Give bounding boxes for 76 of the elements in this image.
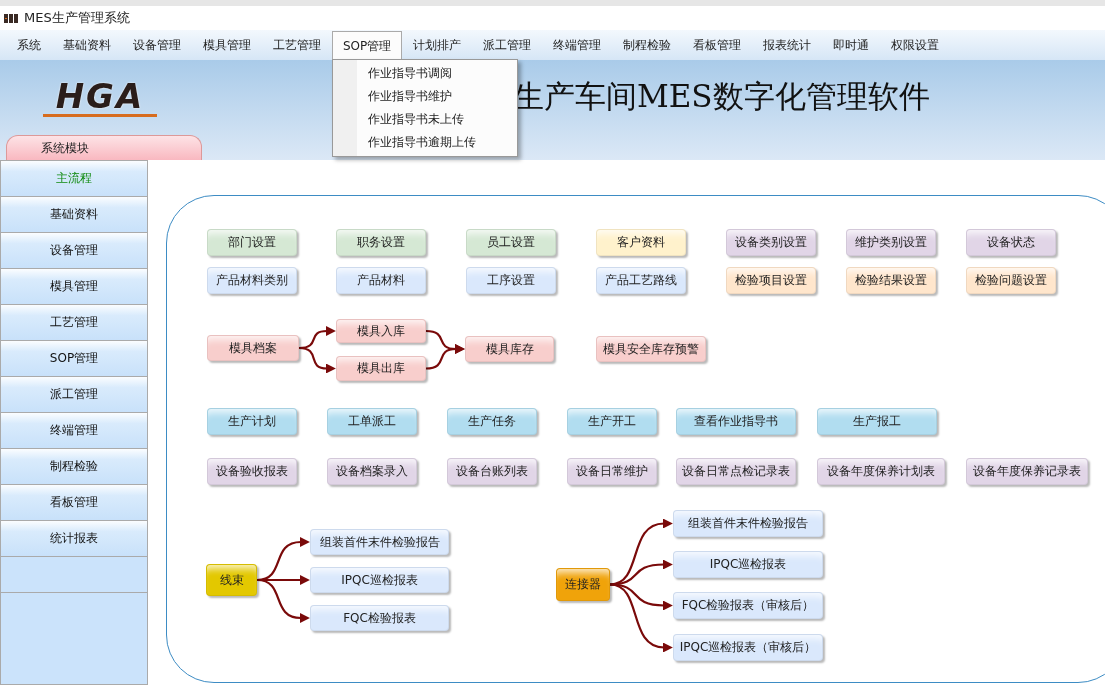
dropdown-item[interactable]: 作业指导书调阅 xyxy=(333,62,517,85)
flow-node[interactable]: FQC检验报表（审核后） xyxy=(673,592,823,619)
module-tab[interactable]: 系统模块 xyxy=(6,135,202,160)
flow-node[interactable]: 设备日常维护 xyxy=(567,458,657,485)
flow-node[interactable]: 模具出库 xyxy=(336,356,426,381)
flow-node[interactable]: 线束 xyxy=(206,564,257,596)
flow-node[interactable]: 设备状态 xyxy=(966,229,1056,256)
sidebar-item[interactable]: 制程检验 xyxy=(1,449,147,485)
flow-node[interactable]: 维护类别设置 xyxy=(846,229,936,256)
flow-node[interactable]: 检验结果设置 xyxy=(846,267,936,294)
menu-item[interactable]: 模具管理 xyxy=(192,30,262,60)
menu-item[interactable]: 制程检验 xyxy=(612,30,683,60)
flow-node[interactable]: 生产开工 xyxy=(567,408,657,435)
menu-item[interactable]: 设备管理 xyxy=(122,30,192,60)
connector-arrow xyxy=(425,344,465,370)
sidebar-item[interactable]: 模具管理 xyxy=(1,269,147,305)
flow-node[interactable]: 客户资料 xyxy=(596,229,686,256)
menu-item[interactable]: 终端管理 xyxy=(542,30,613,60)
flow-node[interactable]: 产品材料 xyxy=(336,267,426,294)
flow-node[interactable]: 查看作业指导书 xyxy=(676,408,796,435)
flow-node[interactable]: 设备档案录入 xyxy=(327,458,417,485)
sidebar-item[interactable]: SOP管理 xyxy=(1,341,147,377)
flow-node[interactable]: 产品工艺路线 xyxy=(596,267,686,294)
sidebar-item[interactable]: 派工管理 xyxy=(1,377,147,413)
flow-node[interactable]: 设备日常点检记录表 xyxy=(676,458,796,485)
flow-node[interactable]: 设备年度保养记录表 xyxy=(966,458,1088,485)
flow-node[interactable]: 工序设置 xyxy=(466,267,556,294)
flow-node[interactable]: 模具档案 xyxy=(207,335,299,361)
dropdown-item[interactable]: 作业指导书未上传 xyxy=(333,108,517,131)
menu-item[interactable]: 即时通 xyxy=(822,30,881,60)
dropdown-item[interactable]: 作业指导书维护 xyxy=(333,85,517,108)
sidebar-item[interactable]: 设备管理 xyxy=(1,233,147,269)
menu-item[interactable]: 权限设置 xyxy=(880,30,951,60)
sidebar-item[interactable]: 基础资料 xyxy=(1,197,147,233)
sidebar-item[interactable]: 主流程 xyxy=(1,161,147,197)
logo: HGA xyxy=(43,77,157,117)
flow-node[interactable]: 模具库存 xyxy=(465,336,554,362)
flow-node[interactable]: 工单派工 xyxy=(327,408,417,435)
flow-node[interactable]: 设备年度保养计划表 xyxy=(817,458,945,485)
flow-node[interactable]: IPQC巡检报表（审核后） xyxy=(673,634,823,661)
window-title: MES生产管理系统 xyxy=(24,9,130,27)
flow-node[interactable]: 模具安全库存预警 xyxy=(596,336,706,362)
flow-node[interactable]: 设备台账列表 xyxy=(447,458,537,485)
flow-node[interactable]: 部门设置 xyxy=(207,229,297,256)
sidebar-item[interactable]: 工艺管理 xyxy=(1,305,147,341)
flow-node[interactable]: IPQC巡检报表 xyxy=(673,551,823,578)
flow-node[interactable]: 组装首件末件检验报告 xyxy=(673,510,823,537)
menu-item[interactable]: 报表统计 xyxy=(752,30,823,60)
flow-node[interactable]: 连接器 xyxy=(556,568,610,601)
menu-item[interactable]: 系统 xyxy=(6,30,52,60)
menu-item[interactable]: 基础资料 xyxy=(52,30,122,60)
menu-item[interactable]: 看板管理 xyxy=(682,30,753,60)
flow-node[interactable]: 组装首件末件检验报告 xyxy=(310,529,449,555)
menu-item[interactable]: 派工管理 xyxy=(472,30,543,60)
connector-arrow xyxy=(298,346,336,374)
flow-node[interactable]: 员工设置 xyxy=(466,229,556,256)
flow-node[interactable]: IPQC巡检报表 xyxy=(310,567,449,593)
sidebar-item[interactable]: 终端管理 xyxy=(1,413,147,449)
flow-node[interactable]: FQC检验报表 xyxy=(310,605,449,631)
menu-item[interactable]: SOP管理 xyxy=(332,31,403,60)
dropdown-item[interactable]: 作业指导书逾期上传 xyxy=(333,131,517,154)
app-icon xyxy=(4,13,18,23)
flow-node[interactable]: 检验项目设置 xyxy=(726,267,816,294)
menu-item[interactable]: 计划排产 xyxy=(402,30,473,60)
flow-node[interactable]: 检验问题设置 xyxy=(966,267,1056,294)
flow-node[interactable]: 生产报工 xyxy=(817,408,937,435)
flow-node[interactable]: 设备验收报表 xyxy=(207,458,297,485)
flow-node[interactable]: 生产计划 xyxy=(207,408,297,435)
sidebar-item[interactable]: 统计报表 xyxy=(1,521,147,557)
flow-node[interactable]: 生产任务 xyxy=(447,408,537,435)
flow-node[interactable]: 设备类别设置 xyxy=(726,229,816,256)
flow-node[interactable]: 产品材料类别 xyxy=(207,267,297,294)
flow-node[interactable]: 职务设置 xyxy=(336,229,426,256)
flow-node[interactable]: 模具入库 xyxy=(336,319,426,343)
menu-item[interactable]: 工艺管理 xyxy=(262,30,332,60)
sidebar-item[interactable]: 看板管理 xyxy=(1,485,147,521)
